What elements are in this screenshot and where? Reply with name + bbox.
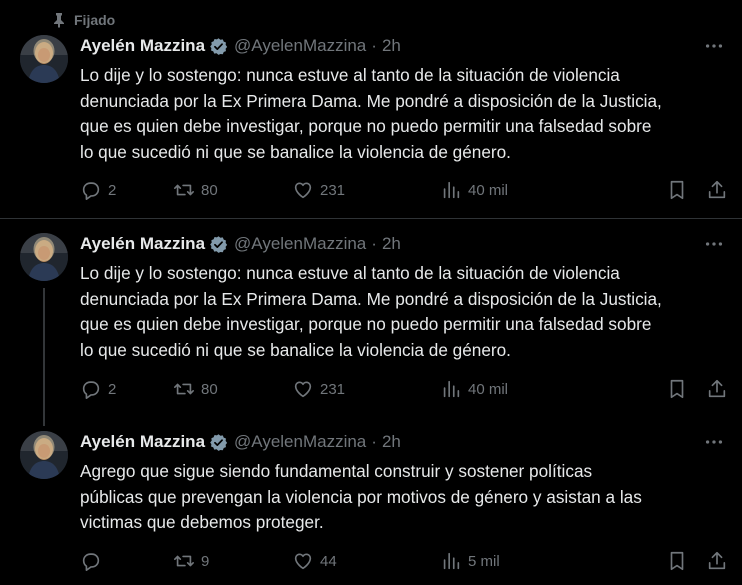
like-icon bbox=[294, 182, 312, 199]
tweet-header: Ayelén Mazzina @AyelenMazzina · 2h bbox=[80, 431, 722, 453]
tweet-text-line: Lo dije y lo sostengo: nunca estuve al t… bbox=[80, 65, 620, 85]
like-button[interactable]: 231 bbox=[292, 178, 345, 202]
avatar-photo bbox=[20, 431, 68, 479]
reply-icon bbox=[82, 553, 100, 571]
reply-icon bbox=[82, 182, 100, 200]
views-icon bbox=[443, 380, 460, 398]
share-button[interactable] bbox=[706, 549, 728, 573]
more-options-button[interactable] bbox=[702, 233, 726, 255]
like-count: 231 bbox=[320, 181, 346, 199]
avatar[interactable] bbox=[20, 233, 68, 281]
share-icon bbox=[708, 180, 726, 199]
retweet-count: 80 bbox=[201, 380, 218, 398]
avatar[interactable] bbox=[20, 35, 68, 83]
tweet-text: Lo dije y lo sostengo: nunca estuve al t… bbox=[80, 63, 726, 165]
avatar[interactable] bbox=[20, 431, 68, 479]
more-options-icon bbox=[705, 440, 723, 444]
thread-connector-line bbox=[43, 288, 45, 426]
views-count: 40 mil bbox=[468, 380, 509, 398]
like-button[interactable]: 44 bbox=[292, 549, 337, 573]
bookmark-icon bbox=[670, 551, 684, 571]
like-icon bbox=[294, 381, 312, 398]
retweet-button[interactable]: 80 bbox=[173, 178, 218, 202]
pin-icon bbox=[54, 13, 64, 28]
like-count: 231 bbox=[320, 380, 346, 398]
separator-dot: · bbox=[371, 36, 377, 55]
views-button[interactable]: 40 mil bbox=[440, 178, 508, 202]
retweet-button[interactable]: 9 bbox=[173, 549, 209, 573]
retweet-icon bbox=[174, 555, 194, 567]
like-icon bbox=[294, 553, 312, 570]
tweet-divider bbox=[0, 218, 742, 219]
author-handle[interactable]: @AyelenMazzina bbox=[234, 432, 366, 452]
bookmark-button[interactable] bbox=[666, 377, 688, 401]
verified-badge-icon bbox=[210, 235, 228, 253]
tweet-text: Lo dije y lo sostengo: nunca estuve al t… bbox=[80, 261, 726, 363]
tweet-text-line: públicas que prevengan la violencia por … bbox=[80, 486, 642, 507]
share-icon bbox=[708, 379, 726, 398]
tweet-text: Agrego que sigue siendo fundamental cons… bbox=[80, 459, 726, 536]
bookmark-icon bbox=[670, 379, 684, 399]
views-count: 5 mil bbox=[468, 552, 500, 570]
tweet-timestamp[interactable]: 2h bbox=[382, 432, 401, 452]
tweet-text-line: que es quien debe investigar, porque no … bbox=[80, 314, 652, 334]
retweet-count: 80 bbox=[201, 181, 218, 199]
reply-icon bbox=[82, 381, 100, 399]
reply-button[interactable]: 2 bbox=[80, 178, 116, 202]
author-name[interactable]: Ayelén Mazzina bbox=[80, 36, 205, 56]
tweet-text-line: Agrego que sigue siendo fundamental cons… bbox=[80, 461, 593, 481]
like-button[interactable]: 231 bbox=[292, 377, 345, 401]
tweet-header: Ayelén Mazzina @AyelenMazzina · 2h bbox=[80, 35, 722, 57]
reply-count: 2 bbox=[108, 181, 117, 199]
more-options-button[interactable] bbox=[702, 35, 726, 57]
reply-count: 2 bbox=[108, 380, 117, 398]
share-icon bbox=[708, 551, 726, 570]
views-icon bbox=[443, 552, 460, 570]
more-options-icon bbox=[705, 242, 723, 246]
separator-dot: · bbox=[371, 432, 377, 451]
tweet-header: Ayelén Mazzina @AyelenMazzina · 2h bbox=[80, 233, 722, 255]
retweet-count: 9 bbox=[201, 552, 210, 570]
tweet-text-line: que es quien debe investigar, porque no … bbox=[80, 116, 652, 136]
tweet-text-line: victimas que debemos proteger. bbox=[80, 512, 324, 532]
author-name[interactable]: Ayelén Mazzina bbox=[80, 432, 205, 452]
verified-badge-icon bbox=[210, 37, 228, 55]
views-button[interactable]: 5 mil bbox=[440, 549, 500, 573]
tweet-timestamp[interactable]: 2h bbox=[382, 234, 401, 254]
retweet-icon bbox=[174, 383, 194, 395]
author-handle[interactable]: @AyelenMazzina bbox=[234, 36, 366, 56]
tweet-actions: 2 80 231 40 mil bbox=[80, 178, 732, 202]
author-handle[interactable]: @AyelenMazzina bbox=[234, 234, 366, 254]
tweet-text-line: lo que sucedió ni que se banalice la vio… bbox=[80, 141, 511, 162]
tweet-text-line: denunciada por la Ex Primera Dama. Me po… bbox=[80, 90, 662, 111]
bookmark-button[interactable] bbox=[666, 549, 688, 573]
tweet-text-line: lo que sucedió ni que se banalice la vio… bbox=[80, 339, 511, 360]
tweet-actions: 9 44 5 mil bbox=[80, 549, 732, 573]
separator-dot: · bbox=[371, 234, 377, 253]
author-name[interactable]: Ayelén Mazzina bbox=[80, 234, 205, 254]
pinned-indicator: Fijado bbox=[52, 10, 115, 30]
retweet-button[interactable]: 80 bbox=[173, 377, 218, 401]
views-icon bbox=[443, 181, 460, 199]
bookmark-button[interactable] bbox=[666, 178, 688, 202]
tweet-text-line: Lo dije y lo sostengo: nunca estuve al t… bbox=[80, 263, 620, 283]
pinned-label: Fijado bbox=[74, 12, 116, 28]
bookmark-icon bbox=[670, 180, 684, 200]
views-count: 40 mil bbox=[468, 181, 509, 199]
like-count: 44 bbox=[320, 552, 337, 570]
verified-badge-icon bbox=[210, 433, 228, 451]
share-button[interactable] bbox=[706, 377, 728, 401]
tweet-text-line: denunciada por la Ex Primera Dama. Me po… bbox=[80, 288, 662, 309]
more-options-button[interactable] bbox=[702, 431, 726, 453]
tweet-timestamp[interactable]: 2h bbox=[382, 36, 401, 56]
tweet-actions: 2 80 231 40 mil bbox=[80, 377, 732, 401]
reply-button[interactable] bbox=[80, 549, 108, 573]
share-button[interactable] bbox=[706, 178, 728, 202]
avatar-photo bbox=[20, 35, 68, 83]
retweet-icon bbox=[174, 184, 194, 196]
avatar-photo bbox=[20, 233, 68, 281]
reply-button[interactable]: 2 bbox=[80, 377, 116, 401]
more-options-icon bbox=[705, 44, 723, 48]
views-button[interactable]: 40 mil bbox=[440, 377, 508, 401]
